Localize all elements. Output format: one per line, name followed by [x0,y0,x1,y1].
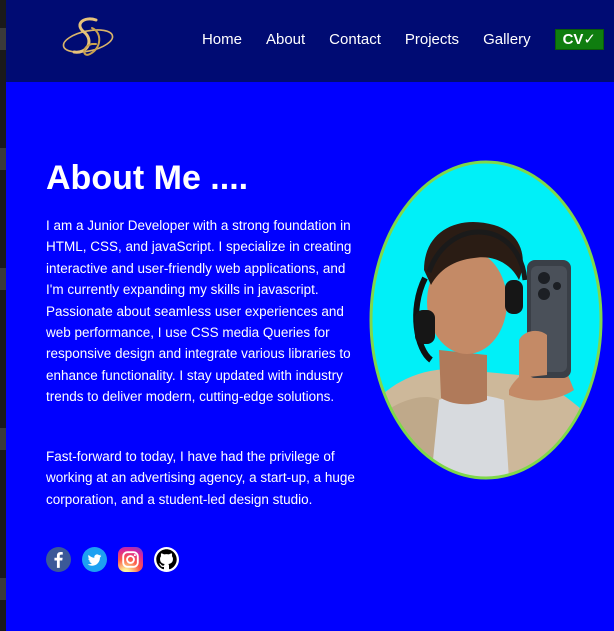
about-paragraph-2: Fast-forward to today, I have had the pr… [46,449,355,507]
facebook-icon[interactable] [46,547,71,572]
nav-projects-link[interactable]: Projects [405,31,459,49]
nav-about-link[interactable]: About [266,31,305,49]
page: Home About Contact Projects Gallery CV✓ … [6,0,614,631]
nav-contact-link[interactable]: Contact [329,31,381,49]
twitter-icon[interactable] [82,547,107,572]
navbar: Home About Contact Projects Gallery CV✓ [6,0,614,82]
sg-monogram-logo[interactable] [58,14,118,62]
cv-download-button[interactable]: CV✓ [554,29,604,50]
check-icon: ✓ [583,31,596,48]
about-paragraph-1: I am a Junior Developer with a strong fo… [46,218,352,405]
profile-photo [369,160,603,480]
cv-button-label: CV [562,31,584,48]
social-links [46,547,190,572]
about-title: About Me .... [46,159,249,197]
instagram-icon[interactable] [118,547,143,572]
nav-gallery-link[interactable]: Gallery [483,31,531,49]
github-icon[interactable] [154,547,179,572]
nav-home-link[interactable]: Home [202,31,242,49]
main-nav: Home About Contact Projects Gallery CV✓ [202,29,604,50]
